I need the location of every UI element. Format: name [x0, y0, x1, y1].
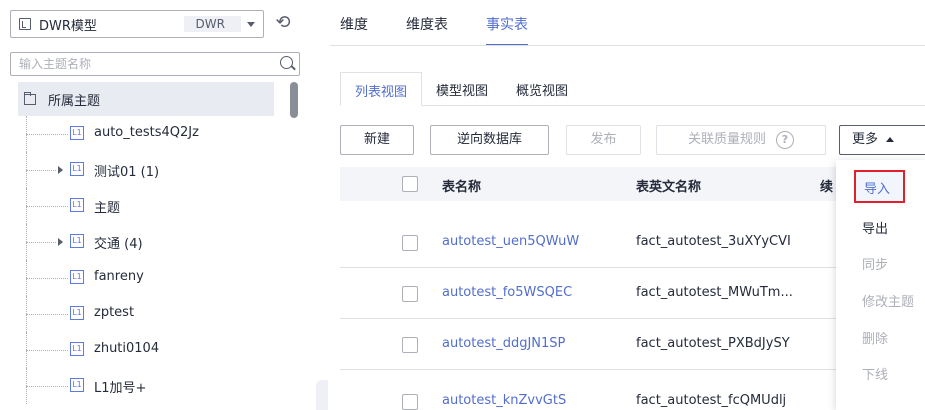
tree-connector	[26, 134, 68, 135]
level-icon: L1	[70, 234, 84, 248]
tree-node-label: auto_tests4Q2Jz	[94, 125, 199, 140]
tree-node[interactable]: L1 主题	[18, 188, 274, 224]
menu-item-offline[interactable]: 下线	[862, 364, 888, 383]
tree-node[interactable]: L1 zhuti0104	[18, 332, 274, 368]
model-name: DWR模型	[39, 18, 97, 34]
chevron-up-icon	[886, 137, 895, 142]
row-checkbox[interactable]	[402, 286, 418, 302]
tab-fact-table[interactable]: 事实表	[486, 14, 528, 46]
reverse-database-button[interactable]: 逆向数据库	[430, 125, 549, 155]
tree-node[interactable]: L1 测试01 (1)	[18, 152, 274, 188]
tree-node-label: 主题	[94, 201, 121, 216]
column-header: 续	[820, 180, 834, 195]
new-button[interactable]: 新建	[340, 125, 414, 155]
theme-tree: 所属主题 L1 auto_tests4Q2Jz L1 测试01 (1) L1 主…	[18, 82, 274, 404]
table-name-link[interactable]: autotest_knZvvGtS	[442, 393, 566, 408]
tree-node-label: 测试01 (1)	[94, 165, 160, 180]
search-icon[interactable]	[280, 56, 293, 69]
level-icon: L1	[70, 378, 84, 392]
tree-node[interactable]: L1 fanreny	[18, 260, 274, 296]
tree-connector	[26, 386, 68, 387]
column-header: 表英文名称	[636, 180, 702, 195]
model-select[interactable]: DWR模型 DWR	[10, 10, 264, 38]
row-checkbox[interactable]	[402, 337, 418, 353]
tree-node[interactable]: L1 交通 (4)	[18, 224, 274, 260]
folder-icon	[24, 91, 36, 105]
help-icon[interactable]: ?	[776, 131, 794, 149]
tab-list-view[interactable]: 列表视图	[340, 72, 423, 106]
menu-item-sync[interactable]: 同步	[862, 254, 888, 273]
table-name-link[interactable]: autotest_fo5WSQEC	[442, 285, 572, 300]
menu-item-change-theme[interactable]: 修改主题	[862, 291, 914, 310]
tree-root[interactable]: 所属主题	[18, 82, 274, 116]
tree-node-label: fanreny	[94, 269, 144, 284]
more-button[interactable]: 更多	[839, 125, 925, 155]
tab-dimension-table[interactable]: 维度表	[406, 14, 448, 46]
view-tabs: 列表视图 模型视图 概览视图	[340, 72, 582, 106]
tree-connector	[26, 350, 68, 351]
column-header: 表名称	[442, 180, 482, 195]
tree-node[interactable]: L1 L1加号+	[18, 368, 274, 404]
back-icon[interactable]: ⟲	[273, 13, 293, 33]
table-en-name: fact_autotest_fcQMUdlj	[636, 393, 787, 408]
quality-rule-label: 关联质量规则	[687, 132, 766, 147]
tree-node-label: 交通 (4)	[94, 237, 143, 252]
divider	[330, 45, 925, 46]
divider	[340, 105, 925, 106]
tab-overview[interactable]: 概览视图	[502, 72, 582, 106]
select-all-checkbox[interactable]	[402, 176, 418, 192]
level-icon: L1	[70, 270, 84, 284]
sidebar-scrollbar[interactable]	[290, 82, 298, 118]
menu-item-delete[interactable]: 删除	[862, 328, 888, 347]
model-icon	[19, 18, 31, 30]
tree-connector	[26, 314, 68, 315]
table-name-link[interactable]: autotest_uen5QWuW	[442, 234, 579, 249]
chevron-down-icon	[247, 21, 255, 27]
level-icon: L1	[70, 126, 84, 140]
expand-arrow-icon[interactable]	[58, 238, 63, 246]
expand-arrow-icon[interactable]	[58, 166, 63, 174]
tree-node-label: zhuti0104	[94, 341, 160, 356]
row-checkbox[interactable]	[402, 235, 418, 251]
tree-connector	[26, 170, 56, 171]
menu-item-import[interactable]: 导入	[864, 178, 890, 197]
level-icon: L1	[70, 342, 84, 356]
menu-item-export[interactable]: 导出	[862, 218, 888, 237]
tree-node-label: zptest	[94, 305, 135, 320]
panel-divider	[316, 380, 328, 410]
table-en-name: fact_autotest_MWuTm...	[636, 285, 793, 300]
model-code-tag: DWR	[183, 16, 241, 32]
more-label: 更多	[852, 132, 879, 147]
tree-connector	[26, 206, 68, 207]
level-icon: L1	[70, 198, 84, 212]
table-en-name: fact_autotest_3uXYyCVI	[636, 234, 791, 249]
more-dropdown-menu: 导入 导出 同步 修改主题 删除 下线	[836, 160, 925, 410]
table-name-link[interactable]: autotest_ddgJN1SP	[442, 336, 565, 351]
theme-sidebar: DWR模型 DWR ⟲ 所属主题 L1 auto_tests4Q2Jz L1 测…	[0, 0, 305, 410]
row-checkbox[interactable]	[402, 394, 418, 410]
top-tabs: 维度 维度表 事实表	[340, 14, 566, 46]
tree-node[interactable]: L1 zptest	[18, 296, 274, 332]
level-icon: L1	[70, 162, 84, 176]
tree-connector	[26, 278, 68, 279]
tree-node-label: L1加号+	[94, 381, 147, 396]
theme-search-input[interactable]	[11, 53, 261, 75]
level-icon: L1	[70, 306, 84, 320]
tree-root-label: 所属主题	[48, 93, 101, 109]
tree-node[interactable]: L1 auto_tests4Q2Jz	[18, 116, 274, 152]
publish-button[interactable]: 发布	[566, 125, 641, 155]
tree-connector	[26, 242, 56, 243]
tab-dimension[interactable]: 维度	[340, 14, 368, 46]
tab-model-view[interactable]: 模型视图	[422, 72, 502, 106]
table-en-name: fact_autotest_PXBdJySY	[636, 336, 790, 351]
theme-search	[10, 52, 300, 76]
quality-rule-button[interactable]: 关联质量规则?	[656, 125, 826, 155]
